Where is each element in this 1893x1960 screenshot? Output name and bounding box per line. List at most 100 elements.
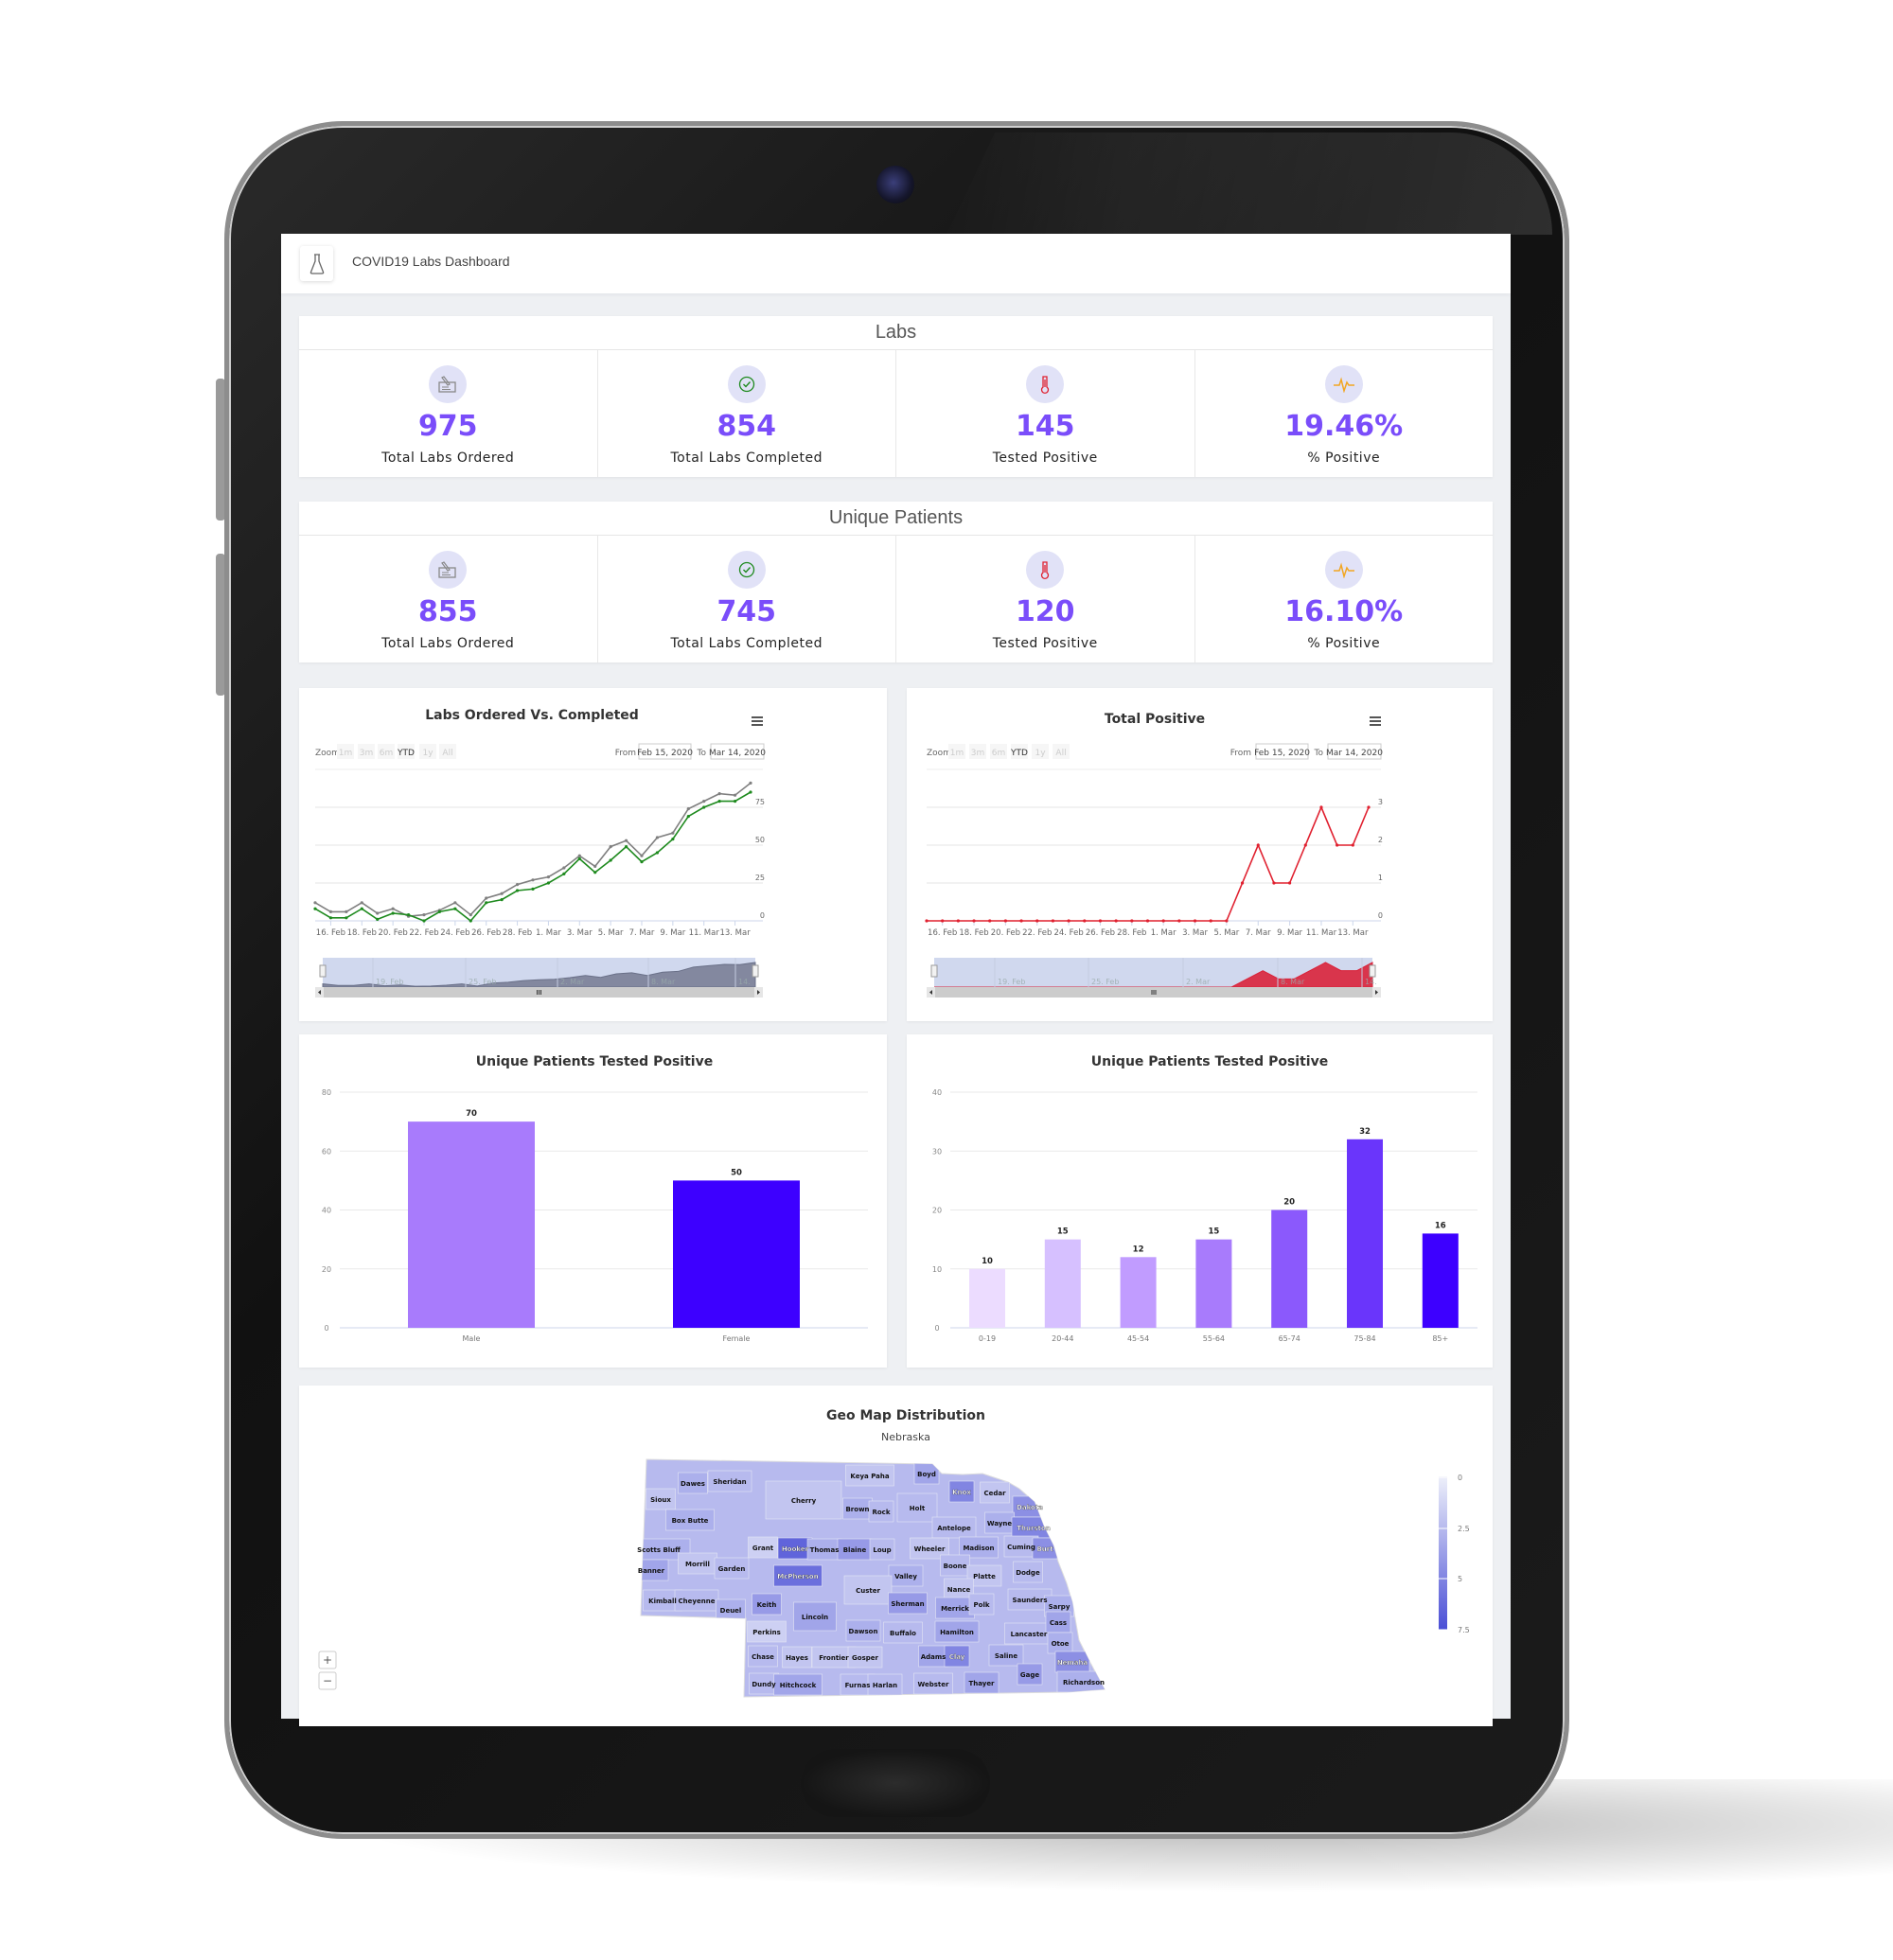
kpi-card: 16.10% % Positive	[1195, 536, 1494, 662]
bar-75-84[interactable]	[1347, 1139, 1383, 1328]
county-label: Nemaha	[1057, 1659, 1088, 1667]
data-point	[593, 864, 597, 869]
county-label: Valley	[894, 1573, 917, 1580]
county-label: Hitchcock	[780, 1682, 817, 1689]
map-zoom-out-button-label: −	[323, 1674, 332, 1687]
x-tick-label: 26. Feb	[1086, 928, 1115, 938]
menu-bar	[752, 720, 763, 722]
county-label: Gosper	[852, 1654, 878, 1662]
kpi-value: 855	[417, 595, 478, 628]
county-label: Boone	[944, 1563, 967, 1570]
legend-label: 5	[1458, 1575, 1462, 1583]
x-tick-label: 20. Feb	[991, 928, 1020, 938]
series-line	[314, 791, 752, 923]
bar-20-44[interactable]	[1044, 1239, 1081, 1328]
navigator-right-handle[interactable]	[752, 964, 759, 978]
navigator-label: 14.	[738, 978, 751, 986]
x-tick-label: 18. Feb	[347, 928, 377, 938]
data-point	[640, 860, 644, 864]
county-label: Thurston	[1017, 1525, 1051, 1532]
data-point	[1051, 919, 1055, 923]
thermometer-icon	[1026, 551, 1065, 589]
data-point	[1225, 919, 1229, 923]
labs-panel: Labs 975 Total Labs Ordered 854 Total Labs …	[299, 316, 1493, 477]
y-tick-label: 0	[934, 1324, 939, 1333]
zoom-button-label: 3m	[971, 749, 985, 758]
y-tick-label: 1	[1378, 874, 1383, 882]
app-logo-button[interactable]	[300, 246, 333, 281]
zoom-button-label: YTD	[397, 749, 415, 758]
bar-0-19[interactable]	[969, 1268, 1005, 1328]
labs-kpi-row: 975 Total Labs Ordered 854 Total Labs Compl…	[299, 350, 1493, 477]
kpi-value: 145	[1015, 410, 1075, 443]
navigator-right-handle[interactable]	[1369, 964, 1376, 978]
y-tick-label: 60	[322, 1147, 331, 1156]
x-tick-label: 1. Mar	[536, 928, 561, 938]
bar-Female[interactable]	[673, 1180, 800, 1328]
x-tick-label: 9. Mar	[660, 928, 685, 938]
x-tick-label: 45-54	[1127, 1334, 1149, 1343]
bar-55-64[interactable]	[1195, 1239, 1232, 1328]
to-date-value: Mar 14, 2020	[1326, 749, 1383, 758]
x-tick-label: 55-64	[1203, 1334, 1225, 1343]
x-tick-label: 28. Feb	[1117, 928, 1146, 938]
county-label: Deuel	[720, 1607, 742, 1615]
data-point	[313, 901, 317, 905]
data-point	[485, 896, 488, 900]
county-label: Thomas	[810, 1546, 840, 1554]
county-label: Kimball	[648, 1598, 677, 1605]
data-point	[485, 901, 488, 905]
county-label: Cuming	[1007, 1544, 1035, 1551]
kpi-value: 19.46%	[1284, 410, 1404, 443]
from-date-value: Feb 15, 2020	[637, 749, 693, 758]
bar-85+[interactable]	[1422, 1233, 1459, 1328]
data-label: 70	[466, 1109, 477, 1119]
navigator-label: 25. Feb	[1091, 978, 1119, 986]
data-label: 16	[1435, 1221, 1446, 1230]
navigator-label: 19. Feb	[376, 978, 403, 986]
data-point	[345, 909, 348, 914]
data-point	[749, 790, 752, 794]
county-label: Cedar	[983, 1490, 1006, 1497]
y-tick-label: 40	[932, 1088, 942, 1097]
county-label: Hooker	[782, 1545, 809, 1553]
menu-icon[interactable]	[752, 716, 763, 726]
data-point	[702, 800, 706, 803]
data-point	[624, 839, 628, 842]
data-point	[749, 781, 752, 786]
bar-Male[interactable]	[408, 1121, 535, 1328]
data-point	[313, 907, 317, 910]
chart-title: Total Positive	[1105, 712, 1205, 727]
x-tick-label: 3. Mar	[1182, 928, 1208, 938]
bar-65-74[interactable]	[1271, 1210, 1308, 1329]
pulse-icon	[1324, 365, 1363, 403]
x-tick-label: Male	[463, 1334, 481, 1343]
x-tick-label: 26. Feb	[471, 928, 501, 938]
navigator-left-handle[interactable]	[319, 964, 327, 978]
data-point	[406, 913, 411, 917]
data-point	[1336, 843, 1339, 847]
kpi-card: 19.46% % Positive	[1195, 350, 1494, 477]
data-point	[609, 858, 612, 862]
county-label: Blaine	[843, 1546, 867, 1554]
data-point	[925, 919, 929, 923]
total-positive-chart: Total Positive Zoom1m 3m 6m YTD 1y All From Feb …	[925, 712, 1383, 998]
county-label: Grant	[752, 1545, 774, 1552]
county-label: Richardson	[1063, 1679, 1105, 1686]
data-point	[1083, 919, 1087, 923]
data-point	[686, 815, 690, 819]
navigator-left-handle[interactable]	[930, 964, 938, 978]
bar-45-54[interactable]	[1120, 1257, 1157, 1328]
unique-patients-kpi-row: 855 Total Labs Ordered 745 Total Labs Compl…	[299, 536, 1493, 662]
kpi-label: Tested Positive	[992, 636, 1098, 651]
data-point	[686, 807, 690, 811]
menu-icon[interactable]	[1370, 716, 1381, 726]
flask-icon	[310, 253, 324, 274]
to-date-value: Mar 14, 2020	[709, 749, 766, 758]
labs-title: Labs	[299, 316, 1493, 350]
geo-map-chart: Geo Map Distribution Nebraska Sioux Dawes Sh…	[318, 1408, 1470, 1698]
map-zoom-in-button-label: +	[323, 1653, 332, 1667]
data-point	[360, 907, 363, 910]
map-subtitle: Nebraska	[881, 1431, 930, 1443]
data-point	[1193, 919, 1197, 923]
